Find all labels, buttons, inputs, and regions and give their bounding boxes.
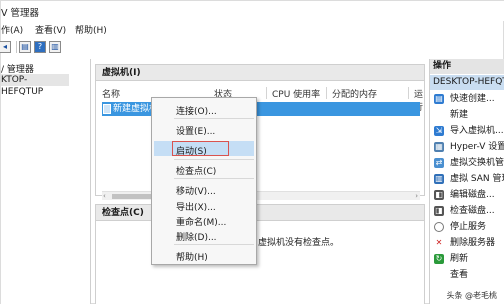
switch-icon: ⇄ bbox=[434, 158, 444, 168]
context-menu-separator bbox=[174, 178, 254, 179]
show-hide-tree-icon[interactable]: ▤ bbox=[19, 41, 31, 53]
checkpoint-panel-title: 检查点(C) bbox=[96, 205, 424, 221]
help-icon[interactable]: ? bbox=[34, 41, 46, 53]
action-item[interactable]: ▥ 虚拟 SAN 管理 bbox=[430, 172, 504, 186]
menu-view[interactable]: 查看(V) bbox=[35, 23, 66, 36]
menu-item-settings[interactable]: 设置(E)... bbox=[176, 124, 215, 137]
action-item[interactable]: ⇲ 导入虚拟机... bbox=[430, 124, 504, 138]
column-memory[interactable]: 分配的内存 bbox=[332, 87, 377, 100]
context-menu-separator bbox=[174, 118, 254, 119]
column-separator bbox=[408, 87, 409, 99]
action-item-label: 检查磁盘... bbox=[450, 206, 495, 216]
checkpoints-panel: 检查点(C) 虚拟机没有检查点。 bbox=[95, 204, 425, 304]
action-pane-icon[interactable]: ▥ bbox=[49, 41, 61, 53]
console-tree: / 管理器 KTOP-HEFQTUP bbox=[1, 59, 91, 304]
action-item[interactable]: ↻ 刷新 bbox=[430, 252, 504, 266]
refresh-icon: ↻ bbox=[434, 254, 444, 264]
menu-item-checkpoint[interactable]: 检查点(C) bbox=[176, 164, 216, 177]
menu-item-connect[interactable]: 连接(O)... bbox=[176, 104, 217, 117]
toolbar-separator bbox=[16, 41, 17, 53]
center-pane: 虚拟机(I) 名称 状态 CPU 使用率 分配的内存 运行 新建虚拟机 ‹ › … bbox=[95, 59, 425, 304]
action-item-label: 新建 bbox=[450, 110, 469, 120]
action-item-label: 查看 bbox=[450, 270, 469, 280]
actions-host-header[interactable]: DESKTOP-HEFQT bbox=[430, 75, 504, 90]
action-item[interactable]: ✕ 删除服务器 bbox=[430, 236, 504, 250]
column-cpu[interactable]: CPU 使用率 bbox=[272, 87, 320, 100]
checkpoint-empty-text: 虚拟机没有检查点。 bbox=[258, 238, 340, 248]
tree-host-node[interactable]: KTOP-HEFQTUP bbox=[1, 74, 69, 97]
scroll-left-icon[interactable]: ‹ bbox=[103, 192, 106, 200]
context-menu-separator bbox=[174, 244, 254, 245]
action-item-label: 虚拟 SAN 管理 bbox=[450, 174, 504, 184]
window-title: V 管理器 bbox=[1, 8, 40, 19]
menu-item-rename[interactable]: 重命名(M)... bbox=[176, 215, 226, 228]
inspect-disk-icon: ◨ bbox=[434, 206, 444, 216]
title-bar: V 管理器 bbox=[1, 1, 504, 21]
import-icon: ⇲ bbox=[434, 126, 444, 136]
view-icon bbox=[434, 270, 444, 280]
column-separator bbox=[266, 87, 267, 99]
actions-title: 操作 bbox=[430, 59, 504, 74]
quick-create-icon: ▤ bbox=[434, 94, 444, 104]
virtual-machines-panel: 虚拟机(I) 名称 状态 CPU 使用率 分配的内存 运行 新建虚拟机 ‹ › bbox=[95, 64, 425, 200]
edit-disk-icon: ◧ bbox=[434, 190, 444, 200]
action-item-label: 刷新 bbox=[450, 254, 469, 264]
menu-item-help[interactable]: 帮助(H) bbox=[176, 250, 208, 263]
action-item-label: 编辑磁盘... bbox=[450, 190, 495, 200]
action-item[interactable]: 新建 bbox=[430, 108, 504, 122]
menu-help[interactable]: 帮助(H) bbox=[75, 23, 107, 36]
watermark-text: 头条 @老毛桃 bbox=[444, 290, 499, 301]
settings-icon: ▦ bbox=[434, 142, 444, 152]
menu-action[interactable]: 作(A) bbox=[1, 23, 23, 36]
action-item[interactable]: ▤ 快速创建... bbox=[430, 92, 504, 106]
horizontal-scrollbar[interactable]: ‹ › bbox=[102, 191, 420, 200]
action-item[interactable]: ⇄ 虚拟交换机管理 bbox=[430, 156, 504, 170]
back-icon[interactable]: ◂ bbox=[0, 41, 11, 53]
vm-panel-title: 虚拟机(I) bbox=[96, 65, 424, 81]
action-item-label: 虚拟交换机管理 bbox=[450, 158, 504, 168]
action-item-label: 删除服务器 bbox=[450, 238, 496, 248]
san-icon: ▥ bbox=[434, 174, 444, 184]
menu-bar: 作(A) 查看(V) 帮助(H) bbox=[1, 21, 504, 37]
menu-item-move[interactable]: 移动(V)... bbox=[176, 184, 216, 197]
action-item-label: 停止服务 bbox=[450, 222, 487, 232]
context-menu-separator bbox=[174, 159, 254, 160]
column-separator bbox=[326, 87, 327, 99]
new-icon bbox=[434, 110, 444, 120]
hyperv-manager-window: V 管理器 作(A) 查看(V) 帮助(H) ◂ ▤ ? ▥ / 管理器 KTO… bbox=[0, 0, 504, 304]
action-item[interactable]: 查看 bbox=[430, 268, 504, 282]
action-item-label: 快速创建... bbox=[450, 94, 495, 104]
action-item[interactable]: ▦ Hyper-V 设置 bbox=[430, 140, 504, 154]
action-item[interactable]: ◧ 编辑磁盘... bbox=[430, 188, 504, 202]
scroll-right-icon[interactable]: › bbox=[415, 192, 418, 200]
action-item[interactable]: 停止服务 bbox=[430, 220, 504, 234]
stop-icon bbox=[434, 222, 444, 232]
vm-icon bbox=[103, 104, 111, 114]
action-item[interactable]: ◨ 检查磁盘... bbox=[430, 204, 504, 218]
actions-pane: 操作 DESKTOP-HEFQT ▤ 快速创建... 新建 ⇲ 导入虚拟机... ▦ Hyp… bbox=[429, 59, 504, 304]
action-item-label: 导入虚拟机... bbox=[450, 126, 504, 136]
column-name[interactable]: 名称 bbox=[102, 87, 120, 100]
action-item-label: Hyper-V 设置 bbox=[450, 142, 504, 152]
vm-context-menu: 连接(O)... 设置(E)... 启动(S) 检查点(C) 移动(V)... … bbox=[151, 97, 257, 265]
vm-row-selected[interactable]: 新建虚拟机 bbox=[102, 102, 420, 116]
start-highlight-box bbox=[172, 141, 229, 156]
menu-item-export[interactable]: 导出(X)... bbox=[176, 200, 216, 213]
toolbar: ◂ ▤ ? ▥ bbox=[0, 37, 504, 57]
delete-icon: ✕ bbox=[435, 238, 443, 247]
menu-item-delete[interactable]: 删除(D)... bbox=[176, 230, 217, 243]
